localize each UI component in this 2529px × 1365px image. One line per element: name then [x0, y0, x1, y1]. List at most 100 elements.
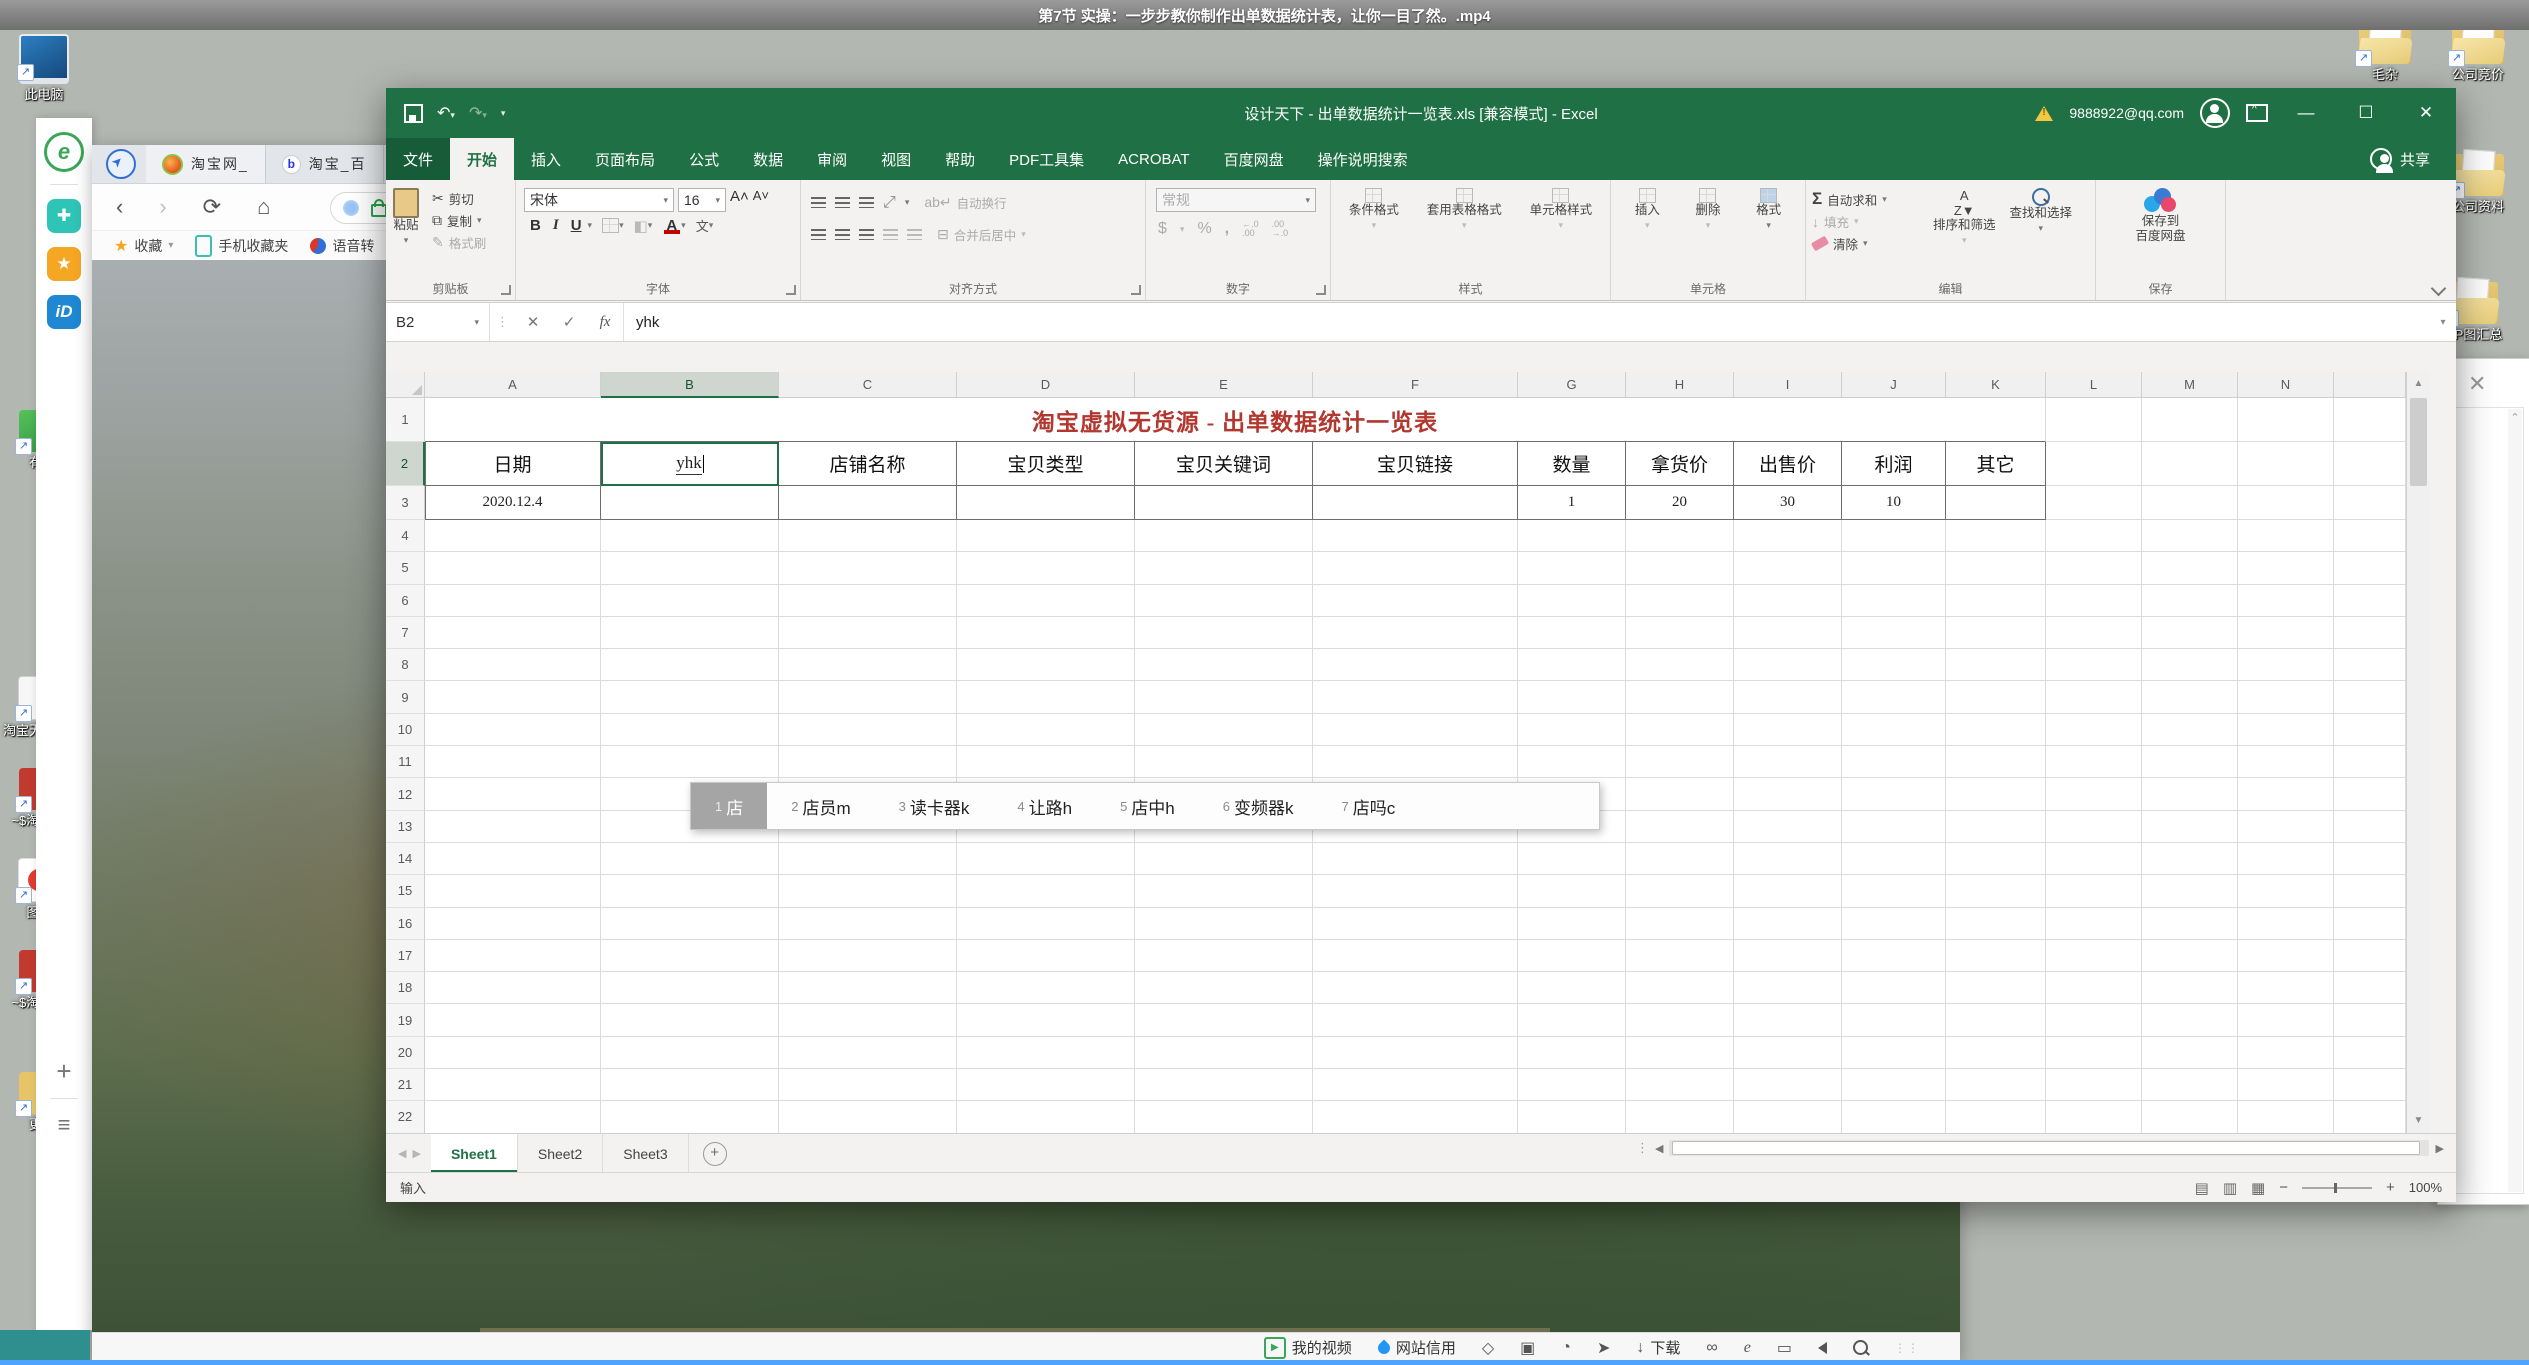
cell-F3[interactable]: [1313, 486, 1518, 520]
cell-E11[interactable]: [1135, 746, 1313, 778]
ribbon-tab[interactable]: PDF工具集: [992, 138, 1101, 180]
cell-J12[interactable]: [1842, 778, 1946, 810]
cell-E15[interactable]: [1135, 875, 1313, 907]
decrease-font-icon[interactable]: A˅: [753, 188, 769, 212]
column-header-J[interactable]: J: [1842, 372, 1946, 398]
ribbon-tab[interactable]: 文件: [386, 138, 450, 180]
bold-button[interactable]: B: [524, 217, 547, 234]
cell-N8[interactable]: [2238, 649, 2334, 681]
cell-D11[interactable]: [957, 746, 1135, 778]
formula-bar-collapse-icon[interactable]: ▾: [2430, 317, 2456, 328]
cell-A17[interactable]: [425, 940, 601, 972]
borders-icon[interactable]: [602, 218, 619, 233]
add-icon[interactable]: +: [36, 1056, 92, 1087]
cell-K9[interactable]: [1946, 681, 2046, 713]
cell-title[interactable]: 淘宝虚拟无货源 - 出单数据统计一览表: [425, 398, 2046, 442]
id-app-icon[interactable]: iD: [47, 295, 81, 329]
cell-N11[interactable]: [2238, 746, 2334, 778]
cell-D16[interactable]: [957, 908, 1135, 940]
cell-G14[interactable]: [1518, 843, 1626, 875]
cell-C22[interactable]: [779, 1101, 957, 1133]
font-name-combo[interactable]: 宋体▾: [524, 188, 674, 212]
cell-I10[interactable]: [1734, 714, 1842, 746]
cell-B10[interactable]: [601, 714, 779, 746]
column-header-C[interactable]: C: [779, 372, 957, 398]
cell-M10[interactable]: [2142, 714, 2238, 746]
cell-B21[interactable]: [601, 1069, 779, 1101]
cell-M14[interactable]: [2142, 843, 2238, 875]
cell-A9[interactable]: [425, 681, 601, 713]
browser-logo-icon[interactable]: e: [44, 132, 84, 172]
cell-E21[interactable]: [1135, 1069, 1313, 1101]
name-box[interactable]: B2▾: [386, 303, 490, 341]
cell-M20[interactable]: [2142, 1037, 2238, 1069]
row-header-10[interactable]: 10: [386, 714, 425, 746]
cell-H21[interactable]: [1626, 1069, 1734, 1101]
cell-H19[interactable]: [1626, 1004, 1734, 1036]
decrease-decimal-icon[interactable]: .00→.0: [1272, 220, 1289, 238]
cell-G6[interactable]: [1518, 585, 1626, 617]
cell-N18[interactable]: [2238, 972, 2334, 1004]
cell-K19[interactable]: [1946, 1004, 2046, 1036]
cell-H8[interactable]: [1626, 649, 1734, 681]
cell-I21[interactable]: [1734, 1069, 1842, 1101]
cell-K5[interactable]: [1946, 552, 2046, 584]
cell-E10[interactable]: [1135, 714, 1313, 746]
row-header-8[interactable]: 8: [386, 649, 425, 681]
cell-B4[interactable]: [601, 520, 779, 552]
cell-G3[interactable]: 1: [1518, 486, 1626, 520]
italic-button[interactable]: I: [547, 217, 565, 234]
ime-candidate[interactable]: 4让路h: [993, 783, 1096, 829]
cell-L12[interactable]: [2046, 778, 2142, 810]
conditional-formatting-button[interactable]: 条件格式▾: [1342, 186, 1406, 235]
cell-J2[interactable]: 利润: [1842, 442, 1946, 486]
font-color-button[interactable]: A: [662, 217, 681, 234]
cell-D5[interactable]: [957, 552, 1135, 584]
cell-J3[interactable]: 10: [1842, 486, 1946, 520]
row-header-19[interactable]: 19: [386, 1004, 425, 1036]
cell-G9[interactable]: [1518, 681, 1626, 713]
cell-M11[interactable]: [2142, 746, 2238, 778]
cell-D3[interactable]: [957, 486, 1135, 520]
close-icon[interactable]: ✕: [2468, 371, 2486, 397]
cell-N17[interactable]: [2238, 940, 2334, 972]
cell-E16[interactable]: [1135, 908, 1313, 940]
column-header-A[interactable]: A: [425, 372, 601, 398]
cell-B6[interactable]: [601, 585, 779, 617]
panel-scrollbar[interactable]: ⌃: [2508, 409, 2522, 1192]
cell-E14[interactable]: [1135, 843, 1313, 875]
zoom-in-icon[interactable]: +: [2386, 1179, 2395, 1196]
cell-J11[interactable]: [1842, 746, 1946, 778]
share-button[interactable]: 共享: [2370, 138, 2430, 180]
cell-L10[interactable]: [2046, 714, 2142, 746]
cell-B9[interactable]: [601, 681, 779, 713]
autosum-button[interactable]: Σ自动求和▾: [1812, 189, 1920, 209]
insert-cells-button[interactable]: 插入▾: [1628, 186, 1667, 235]
cell-D9[interactable]: [957, 681, 1135, 713]
cell-B5[interactable]: [601, 552, 779, 584]
home-icon[interactable]: ⌂: [257, 194, 270, 220]
merge-center-button[interactable]: ⊟合并后居中▾: [937, 225, 1026, 244]
cell-N19[interactable]: [2238, 1004, 2334, 1036]
page-layout-view-icon[interactable]: ▥: [2223, 1179, 2237, 1197]
cell-A18[interactable]: [425, 972, 601, 1004]
currency-icon[interactable]: $: [1158, 220, 1167, 238]
cell-F22[interactable]: [1313, 1101, 1518, 1133]
cell-A16[interactable]: [425, 908, 601, 940]
cell-F2[interactable]: 宝贝链接: [1313, 442, 1518, 486]
cell-C4[interactable]: [779, 520, 957, 552]
cell-J14[interactable]: [1842, 843, 1946, 875]
cell-N5[interactable]: [2238, 552, 2334, 584]
new-sheet-icon[interactable]: +: [703, 1142, 727, 1166]
cell-G8[interactable]: [1518, 649, 1626, 681]
cell-I16[interactable]: [1734, 908, 1842, 940]
row-header-3[interactable]: 3: [386, 486, 425, 520]
cell-G21[interactable]: [1518, 1069, 1626, 1101]
cell-F19[interactable]: [1313, 1004, 1518, 1036]
cell-G4[interactable]: [1518, 520, 1626, 552]
warning-icon[interactable]: [2035, 106, 2053, 121]
cell-J21[interactable]: [1842, 1069, 1946, 1101]
format-painter-button[interactable]: ✎格式刷: [432, 233, 486, 252]
compass-home-icon[interactable]: [106, 149, 136, 179]
cell-K7[interactable]: [1946, 617, 2046, 649]
